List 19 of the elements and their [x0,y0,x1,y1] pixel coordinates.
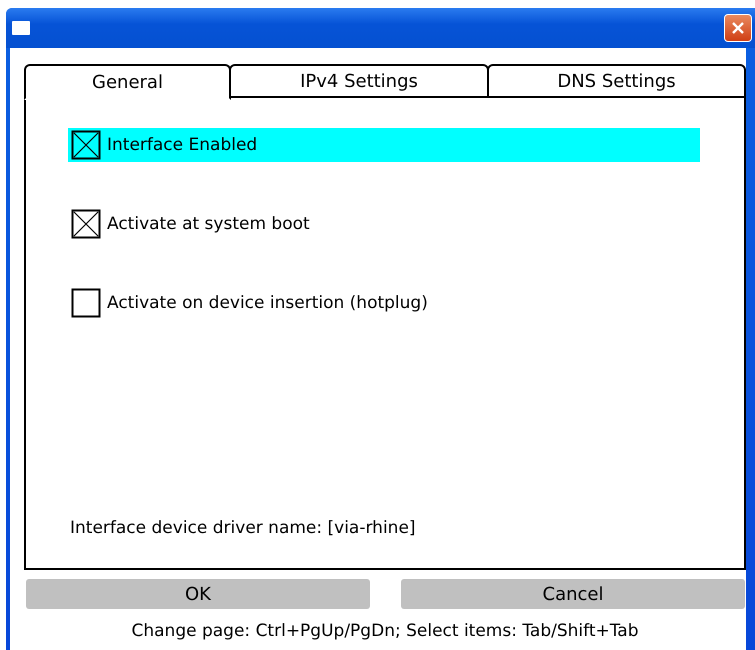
dialog-button[interactable]: OK [26,579,370,609]
checkbox[interactable] [71,209,101,239]
checkbox-row[interactable]: Activate on device insertion (hotplug) [68,286,700,320]
checkbox[interactable] [71,130,101,160]
option-label: Activate on device insertion (hotplug) [107,293,428,313]
option-label: Activate at system boot [107,214,310,234]
tab[interactable]: General [24,64,231,100]
tab[interactable]: IPv4 Settings [229,64,489,98]
keyboard-hint: Change page: Ctrl+PgUp/PgDn; Select items: Tab/Shift+Tab [130,621,640,641]
tab[interactable]: DNS Settings [487,64,746,98]
checkbox[interactable] [71,288,101,318]
close-icon [731,21,745,35]
window-icon [12,21,30,35]
close-button[interactable] [724,14,752,42]
checkbox-row[interactable]: Interface Enabled [68,128,700,162]
dialog-button[interactable]: Cancel [401,579,745,609]
option-label: Interface Enabled [107,135,258,155]
checkbox-row[interactable]: Activate at system boot [68,207,700,241]
driver-info: Interface device driver name: [via-rhine] [70,518,417,538]
